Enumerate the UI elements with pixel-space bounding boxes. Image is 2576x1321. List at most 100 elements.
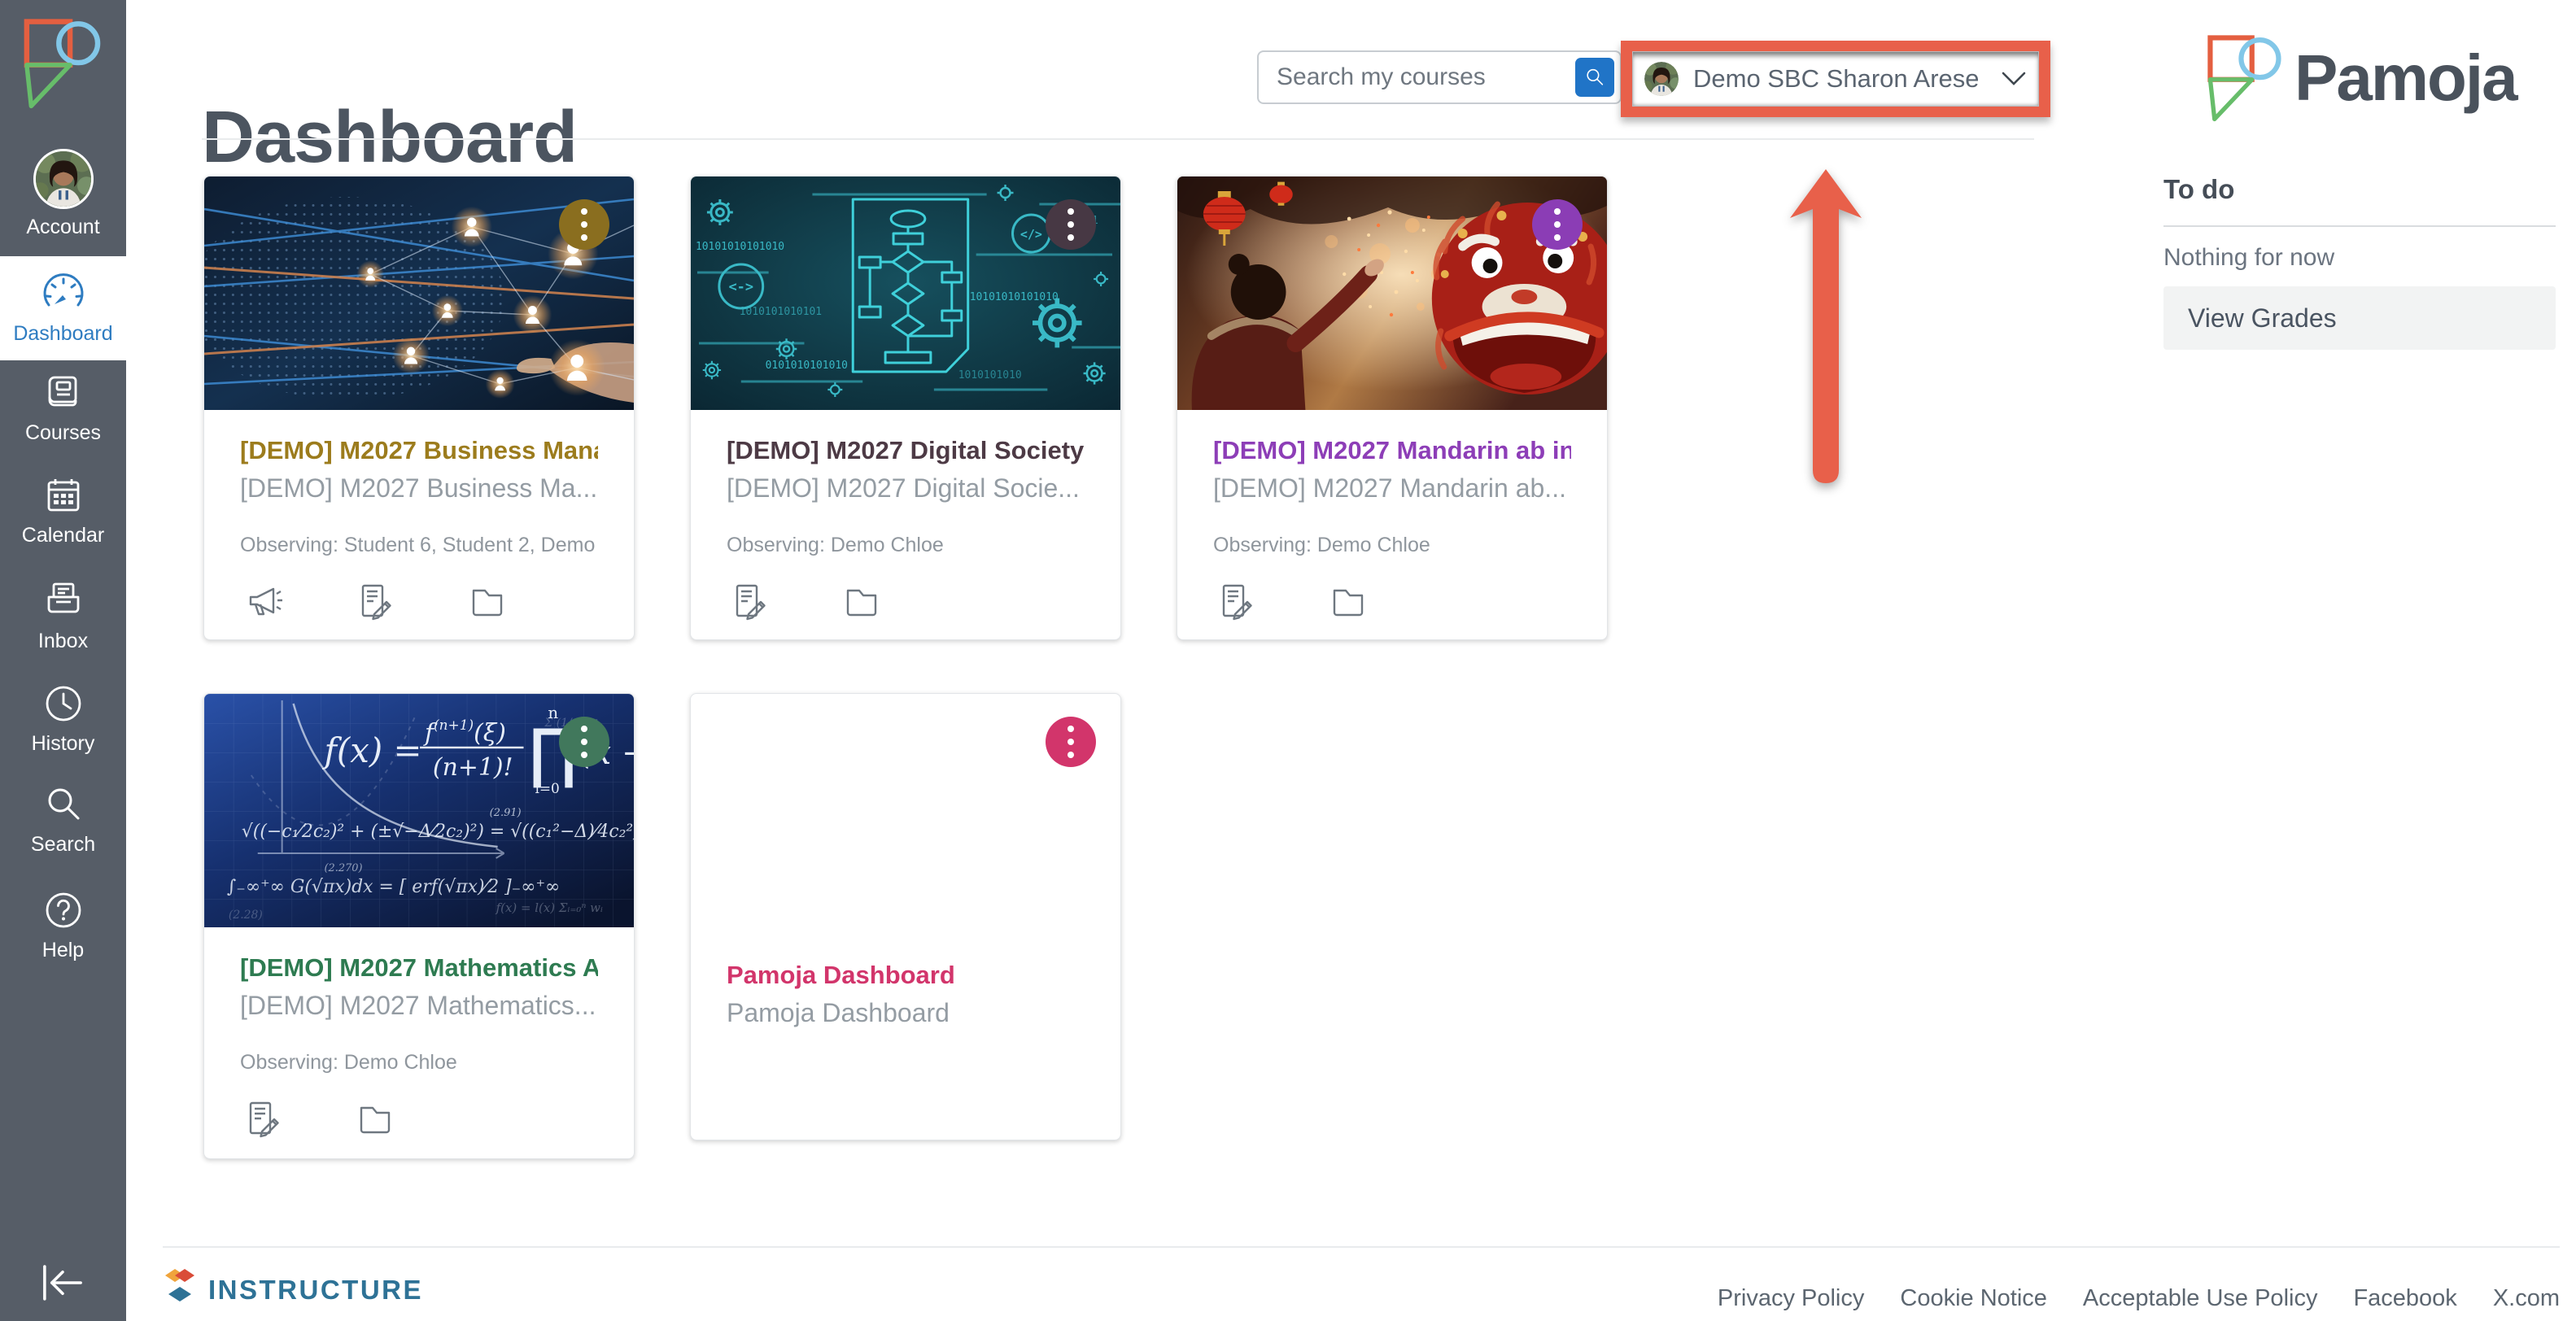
- course-card-title[interactable]: [DEMO] M2027 Mathematics An...: [240, 952, 598, 984]
- card-actions: [1216, 582, 1571, 621]
- svg-text:</>: </>: [1020, 227, 1042, 242]
- todo-divider: [2163, 225, 2556, 227]
- card-menu-kebab[interactable]: [1046, 717, 1096, 767]
- annotation-arrow: [1788, 168, 1863, 495]
- search-button[interactable]: [1575, 58, 1614, 97]
- card-menu-kebab[interactable]: [559, 717, 609, 767]
- sidebar-item-search[interactable]: Search: [0, 783, 126, 857]
- svg-text:√((−c₁⁄2c₂)² + (±√−Δ⁄2c₂)²) =: √((−c₁⁄2c₂)² + (±√−Δ⁄2c₂)²) = √((c₁²−Δ)⁄…: [242, 822, 634, 842]
- footer-link-privacy-policy[interactable]: Privacy Policy: [1718, 1285, 1865, 1312]
- card-body: [DEMO] M2027 Mandarin ab initi... [DEMO]…: [1177, 410, 1607, 621]
- assignment-icon[interactable]: [1216, 582, 1255, 621]
- history-clock-icon: [41, 682, 85, 726]
- svg-text:f(x) =: f(x) =: [321, 730, 421, 770]
- footer-link-cookie-notice[interactable]: Cookie Notice: [1900, 1285, 2047, 1312]
- annotation-highlight-box: Demo SBC Sharon Arese: [1621, 41, 2050, 117]
- sidebar-item-help[interactable]: Help: [0, 888, 126, 962]
- observing-text: Observing: Demo Chloe: [727, 534, 1085, 557]
- course-card-pamoja-dashboard[interactable]: Pamoja Dashboard Pamoja Dashboard: [690, 693, 1121, 1140]
- card-actions: [243, 1099, 598, 1138]
- pamoja-wordmark: Pamoja: [2294, 41, 2517, 116]
- assignment-icon[interactable]: [730, 582, 769, 621]
- help-icon: [41, 888, 85, 932]
- instructure-wordmark: INSTRUCTURE: [208, 1275, 423, 1306]
- inbox-icon: [41, 579, 85, 623]
- course-card-mandarin[interactable]: [DEMO] M2027 Mandarin ab initi... [DEMO]…: [1177, 176, 1608, 640]
- card-actions: [730, 582, 1085, 621]
- sidebar-item-label: Courses: [25, 422, 101, 445]
- card-menu-kebab[interactable]: [1532, 199, 1583, 250]
- course-card-title[interactable]: [DEMO] M2027 Mandarin ab initi...: [1213, 434, 1571, 467]
- sidebar-item-label: History: [32, 733, 95, 756]
- svg-text:(2.28): (2.28): [229, 909, 263, 922]
- collapse-sidebar-icon[interactable]: [37, 1262, 88, 1303]
- sidebar-item-account[interactable]: Account: [0, 149, 126, 239]
- chevron-down-icon: [2001, 70, 2027, 88]
- card-actions: [243, 582, 598, 621]
- assignment-icon[interactable]: [243, 1099, 282, 1138]
- svg-text:i=0: i=0: [535, 780, 559, 796]
- footer-links: Privacy Policy Cookie Notice Acceptable …: [1718, 1285, 2560, 1312]
- todo-empty-text: Nothing for now: [2163, 244, 2334, 272]
- svg-text:10101010101010: 10101010101010: [970, 291, 1059, 303]
- pamoja-logo-icon[interactable]: [21, 18, 103, 109]
- sidebar-item-calendar[interactable]: Calendar: [0, 473, 126, 547]
- card-menu-kebab[interactable]: [1046, 199, 1096, 250]
- card-menu-kebab[interactable]: [559, 199, 609, 250]
- svg-text:∫₋∞⁺∞ G(√πx)dx = [ erf(√πx)⁄: ∫₋∞⁺∞ G(√πx)dx = [ erf(√πx)⁄2 ]₋∞⁺∞: [227, 877, 560, 897]
- course-card-business-management[interactable]: [DEMO] M2027 Business Manag... [DEMO] M2…: [203, 176, 635, 640]
- card-body: [DEMO] M2027 Digital Society S... [DEMO]…: [691, 410, 1120, 621]
- sidebar-item-courses[interactable]: Courses: [0, 371, 126, 445]
- svg-text:(n+1)!: (n+1)!: [433, 753, 513, 782]
- dashboard-gauge-icon: [41, 272, 85, 316]
- footer-link-xcom[interactable]: X.com: [2493, 1285, 2560, 1312]
- instructure-logo[interactable]: INSTRUCTURE: [164, 1269, 423, 1311]
- course-card-title[interactable]: [DEMO] M2027 Digital Society S...: [727, 434, 1085, 467]
- observed-student-dropdown[interactable]: Demo SBC Sharon Arese: [1632, 51, 2039, 107]
- announcement-icon[interactable]: [243, 582, 282, 621]
- assignment-icon[interactable]: [356, 582, 395, 621]
- sidebar-item-history[interactable]: History: [0, 682, 126, 756]
- folder-icon[interactable]: [842, 582, 881, 621]
- search-icon: [41, 783, 85, 826]
- footer-divider: [163, 1246, 2560, 1248]
- search-input[interactable]: [1259, 63, 1575, 92]
- course-card-image: 10101010101010 1010101010101 01010101010…: [691, 177, 1120, 410]
- course-card-subtitle: [DEMO] M2027 Mathematics...: [240, 989, 598, 1023]
- user-avatar: [1644, 62, 1679, 96]
- folder-icon[interactable]: [1329, 582, 1368, 621]
- svg-text:1010101010: 1010101010: [958, 369, 1022, 381]
- svg-text:10101010101010: 10101010101010: [696, 241, 784, 253]
- svg-text:(2.91): (2.91): [490, 807, 522, 819]
- view-grades-button[interactable]: View Grades: [2163, 286, 2556, 350]
- course-card-image: [204, 177, 634, 410]
- instructure-mark-icon: [164, 1269, 197, 1311]
- sidebar-item-label: Calendar: [22, 525, 104, 547]
- canvas-dashboard-page: Account Dashboard Courses Calendar Inbox…: [0, 0, 2576, 1321]
- user-avatar: [33, 149, 94, 209]
- sidebar-item-label: Search: [31, 834, 95, 857]
- course-card-subtitle: [DEMO] M2027 Digital Socie...: [727, 472, 1085, 506]
- course-card-title[interactable]: Pamoja Dashboard: [727, 959, 1085, 992]
- footer-link-facebook[interactable]: Facebook: [2353, 1285, 2456, 1312]
- observing-text: Observing: Demo Chloe: [1213, 534, 1571, 557]
- sidebar-item-dashboard[interactable]: Dashboard: [0, 256, 126, 360]
- course-card-subtitle: Pamoja Dashboard: [727, 996, 1085, 1031]
- observing-text: Observing: Demo Chloe: [240, 1051, 598, 1075]
- course-card-image: [1177, 177, 1607, 410]
- course-card-mathematics[interactable]: f(x) = f(n+1)(ξ) (n+1)! ∏ n i=0 (x − √((…: [203, 693, 635, 1159]
- folder-icon[interactable]: [468, 582, 507, 621]
- observing-text: Observing: Student 6, Student 2, Demo ..…: [240, 534, 598, 557]
- footer-link-acceptable-use[interactable]: Acceptable Use Policy: [2083, 1285, 2318, 1312]
- sidebar-item-label: Account: [26, 216, 99, 239]
- svg-text:1010101010101: 1010101010101: [740, 306, 822, 318]
- pamoja-logo-icon: [2207, 33, 2281, 124]
- course-card-title[interactable]: [DEMO] M2027 Business Manag...: [240, 434, 598, 467]
- course-card-digital-society[interactable]: 10101010101010 1010101010101 01010101010…: [690, 176, 1121, 640]
- calendar-icon: [41, 473, 85, 517]
- folder-icon[interactable]: [356, 1099, 395, 1138]
- svg-text:(2.270): (2.270): [324, 862, 362, 874]
- sidebar-item-inbox[interactable]: Inbox: [0, 579, 126, 653]
- observed-student-name: Demo SBC Sharon Arese: [1693, 64, 1978, 94]
- svg-text:f(x) = l(x) Σᵢ₌₀ⁿ wᵢ: f(x) = l(x) Σᵢ₌₀ⁿ wᵢ: [496, 900, 603, 915]
